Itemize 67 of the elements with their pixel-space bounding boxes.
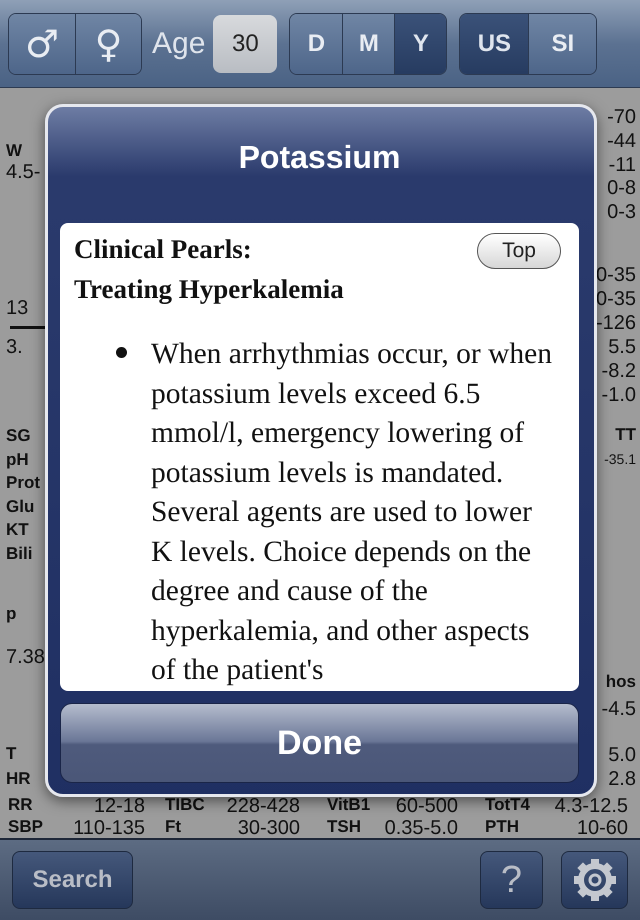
age-unit-tab[interactable]: Y [394,14,446,74]
settings-icon [572,858,616,902]
unit-system-tab[interactable]: US [460,14,528,74]
range-value: 4.3-12.5 [554,796,628,816]
unit-system-tab[interactable]: SI [528,14,596,74]
dialog-title: Potassium [238,138,402,177]
range-value: 0.35-5.0 [384,818,458,838]
gender-toggle[interactable]: ♂ [9,14,75,74]
age-field[interactable]: 30 [213,14,278,72]
lab-text: 0-35 [596,265,636,285]
lab-text: TT [615,426,636,443]
help-button[interactable]: ? [480,851,543,909]
lab-text: p [6,605,16,622]
lab-text: Prot [6,474,40,491]
lab-text: 4.5- [6,162,40,182]
lab-text: -44 [607,131,636,151]
lab-text: Bili [6,545,32,562]
lab-text: hos [606,673,636,690]
lab-text: Glu [6,498,34,515]
lab-text: 2.8 [608,769,636,789]
lab-text: HR [6,770,31,787]
bullet-icon [116,347,127,358]
lab-text: T [6,745,16,762]
range-value: 60-500 [396,796,458,816]
range-value: 12-18 [94,796,145,816]
search-button[interactable]: Search [12,851,133,909]
lab-text: SG [6,427,31,444]
gender-toggle[interactable]: ♀ [75,14,141,74]
lab-text: W [6,142,22,159]
lab-text: -126 [596,313,636,333]
section-heading: Clinical Pearls: [74,233,252,266]
lab-label: TSH [327,818,361,835]
lab-label: SBP [8,818,43,835]
lab-text: -70 [607,107,636,127]
lab-label: VitB1 [327,796,370,813]
lab-text: 0-35 [596,289,636,309]
age-unit-tab[interactable]: M [342,14,394,74]
lab-text: KT [6,521,29,538]
range-value: 110-135 [73,818,145,838]
bullet-text: When arrhythmias occur, or when potassium levels exceed 6.5 mmol/l, emergency lowering of potassium levels is mandated. Several agents are used to lower K levels. Choice depends on the degree and cause of the hyperkalemia, and other aspects of the patient's [151,337,553,688]
range-value: 30-300 [238,818,300,838]
range-value: 228-428 [226,796,300,816]
lab-label: RR [8,796,33,813]
section-heading: Treating Hyperkalemia [74,273,344,306]
lab-label: PTH [485,818,519,835]
lab-text: 0-3 [607,202,636,222]
age-unit-tab[interactable]: D [290,14,342,74]
range-value: 10-60 [576,818,628,838]
lab-label: TIBC [165,796,205,813]
lab-text: 7.38 [6,647,45,667]
lab-text: -11 [608,155,636,175]
lab-text: pH [6,451,29,468]
settings-button[interactable] [561,851,628,909]
top-button[interactable]: Top [477,233,561,269]
lab-text: 13 [6,298,28,318]
lab-text: -8.2 [602,361,636,381]
lab-text: -35.1 [604,452,636,466]
lab-label: TotT4 [485,796,530,813]
lab-text: 5.5 [608,337,636,357]
lab-text: 3. [6,337,23,357]
lab-label: Ft [165,818,182,835]
age-label: Age [152,26,206,60]
lab-text: 0-8 [607,178,636,198]
lab-text: -1.0 [602,385,636,405]
lab-text: 5.0 [608,745,636,765]
done-button[interactable]: Done [60,703,579,783]
lab-text: -4.5 [602,699,636,719]
